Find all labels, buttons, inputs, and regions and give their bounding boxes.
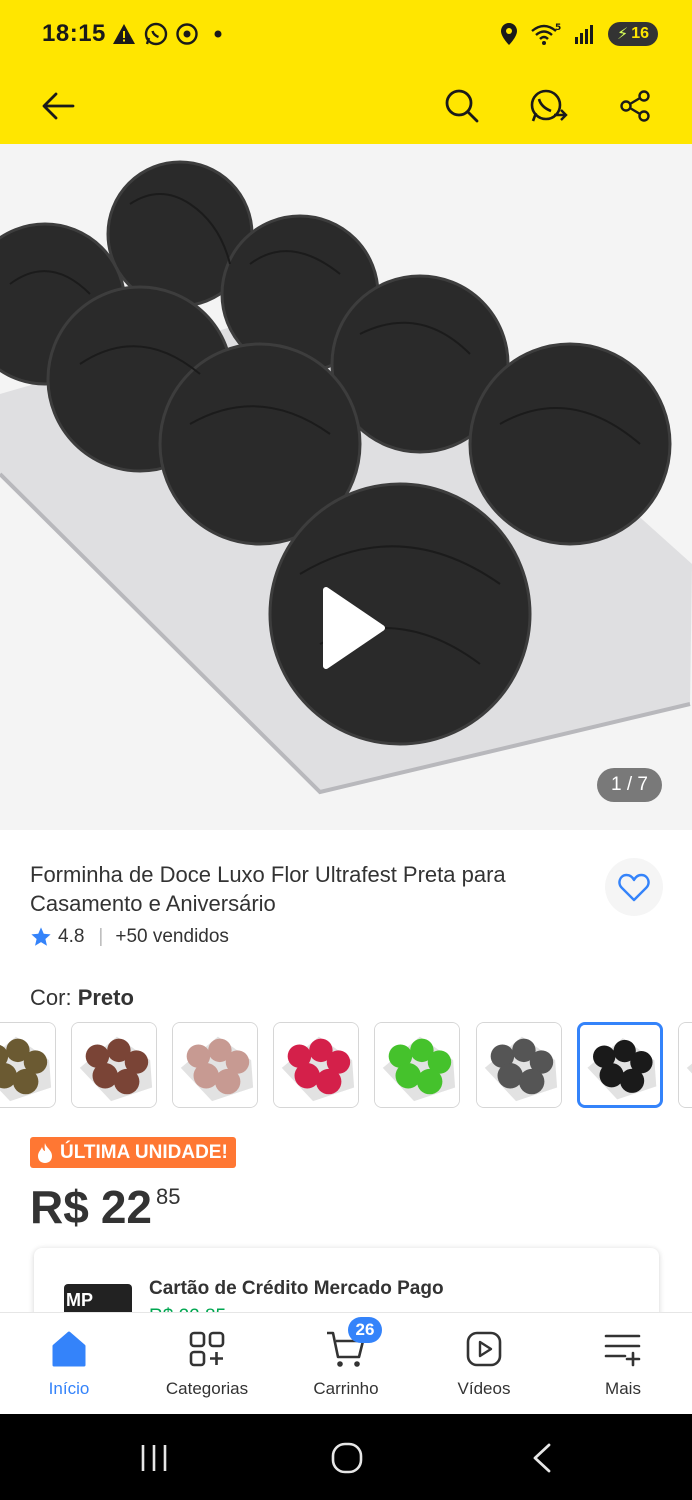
play-icon [323,587,385,669]
color-swatches [0,1022,692,1110]
star-icon [31,927,51,946]
svg-text:5: 5 [555,23,561,33]
color-swatch[interactable] [678,1022,692,1108]
cart-icon: 26 [324,1317,382,1371]
color-label: Cor: Preto [30,985,134,1011]
wifi-icon: 5 [531,23,561,45]
recents-button[interactable] [124,1436,184,1480]
color-swatch[interactable] [71,1022,157,1108]
favorite-button[interactable] [605,858,663,916]
swatch-thumbnail [580,1025,660,1105]
nav-more[interactable]: Mais [554,1313,692,1415]
chevron-left-icon [533,1443,551,1473]
search-button[interactable] [436,80,488,132]
color-swatch[interactable] [374,1022,460,1108]
dot-icon [214,30,222,38]
badge-text: ÚLTIMA UNIDADE! [60,1141,228,1163]
menu-add-icon [601,1327,645,1371]
swatch-thumbnail [173,1023,257,1107]
color-label-prefix: Cor: [30,985,72,1010]
status-right-icons: 5 ⚡ 16 [500,22,658,46]
back-system-button[interactable] [512,1436,572,1480]
swatch-thumbnail [274,1023,358,1107]
nav-label: Vídeos [457,1379,511,1398]
card-title: Cartão de Crédito Mercado Pago [149,1278,444,1299]
status-bar: 18:15 5 ⚡ 16 [0,0,692,68]
recents-icon [141,1445,167,1471]
status-time: 18:15 [42,20,106,47]
price-currency: R$ [30,1181,89,1233]
last-unit-badge: ÚLTIMA UNIDADE! [30,1137,236,1168]
swatch-thumbnail [72,1023,156,1107]
whatsapp-icon [144,22,168,46]
heart-icon [618,873,650,902]
swatch-thumbnail [0,1023,55,1107]
back-arrow-icon [42,92,75,120]
swatch-thumbnail [679,1023,692,1107]
product-image [0,144,692,830]
cart-count-badge: 26 [348,1317,382,1343]
nav-cart[interactable]: 26 Carrinho [277,1313,415,1415]
app-header [0,68,692,144]
price: R$ 22 85 [30,1180,180,1234]
color-swatch[interactable] [476,1022,562,1108]
warning-icon [113,24,135,44]
divider: | [98,926,104,947]
rating-row[interactable]: 4.8 | +50 vendidos [30,926,229,948]
sold-count: +50 vendidos [115,926,229,947]
color-swatch[interactable] [273,1022,359,1108]
nav-categories[interactable]: Categorias [138,1313,276,1415]
battery-level: 16 [631,25,650,42]
play-video-button[interactable] [290,568,410,688]
color-swatch[interactable] [0,1022,56,1108]
product-title: Forminha de Doce Luxo Flor Ultrafest Pre… [30,862,506,916]
system-nav-bar [0,1414,692,1500]
product-image-gallery[interactable]: 1 / 7 [0,144,692,830]
swatch-thumbnail [477,1023,561,1107]
battery-icon: ⚡ 16 [608,22,658,46]
categories-icon [185,1327,229,1371]
image-counter: 1 / 7 [597,768,662,802]
chrome-icon [176,23,198,45]
nav-label: Carrinho [313,1379,379,1398]
color-swatch[interactable] [172,1022,258,1108]
search-icon [445,89,479,123]
rating-value: 4.8 [58,926,85,947]
nav-home[interactable]: Início [0,1313,138,1415]
bottom-nav: Início Categorias 26 Carrinho Vídeos Mai… [0,1312,692,1414]
video-icon [462,1327,506,1371]
whatsapp-share-icon [530,89,568,122]
location-icon [501,23,517,45]
color-value: Preto [77,985,134,1010]
status-left-icons [112,22,226,46]
nav-label: Categorias [165,1379,249,1398]
nav-label: Mais [605,1379,641,1398]
share-button[interactable] [609,80,661,132]
home-icon [47,1327,91,1371]
home-circle-icon [331,1442,363,1474]
nav-label: Início [48,1379,90,1398]
price-integer: 22 [100,1181,152,1233]
color-swatch[interactable] [577,1022,663,1108]
price-cents: 85 [155,1184,181,1209]
back-button[interactable] [32,80,84,132]
signal-icon [575,25,593,44]
swatch-thumbnail [375,1023,459,1107]
nav-videos[interactable]: Vídeos [415,1313,553,1415]
home-system-button[interactable] [317,1436,377,1480]
flame-icon [36,1142,54,1164]
share-icon [620,90,650,122]
whatsapp-share-button[interactable] [522,80,574,132]
